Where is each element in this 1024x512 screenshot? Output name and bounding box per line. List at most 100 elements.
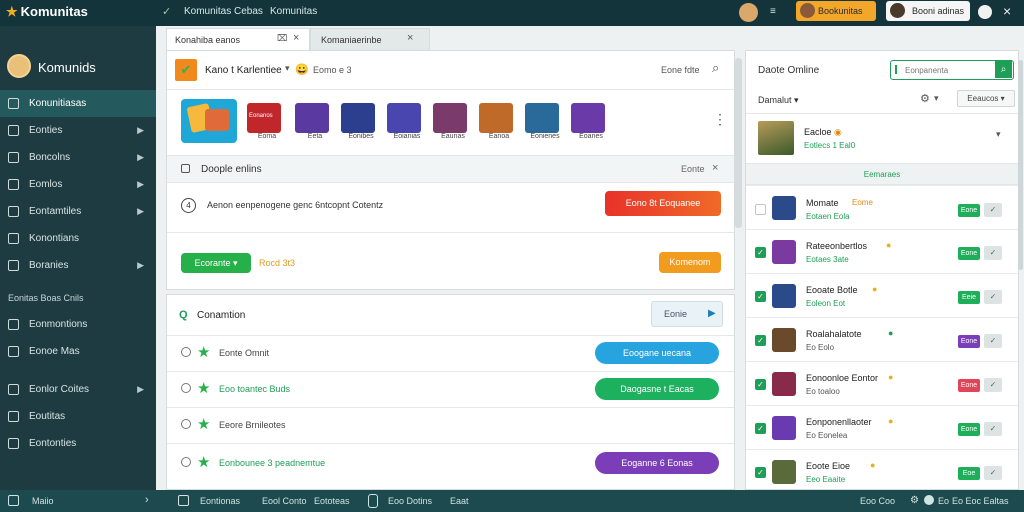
footer-right-item[interactable]: Eo Eoc Ealtas bbox=[952, 496, 1009, 506]
friend-tag[interactable]: Eoe bbox=[958, 467, 980, 480]
friend-tag[interactable]: Eone bbox=[958, 204, 980, 217]
tile-4[interactable]: Eoianias bbox=[387, 103, 427, 140]
checkbox-toggle[interactable]: ✓ bbox=[984, 334, 1002, 348]
close-icon[interactable]: × bbox=[407, 32, 413, 44]
invite-button[interactable]: Eono 8t Eoquanee bbox=[605, 191, 721, 216]
checkbox[interactable]: ✓ bbox=[755, 379, 766, 390]
sort-control[interactable]: Eonie ▶ bbox=[651, 301, 723, 327]
friend-row[interactable]: ✓ Rateeonbertlos ● Eotaes 3ate Eone ✓ bbox=[746, 229, 1018, 273]
footer-right-item[interactable]: Eoo Coo bbox=[860, 496, 895, 506]
friend-row[interactable]: ✓ Eonponenllaoter ● Eo Eonelea Eone ✓ bbox=[746, 405, 1018, 449]
sort-dropdown[interactable]: Eeaucos ▾ bbox=[957, 90, 1015, 107]
sidebar-item-2[interactable]: Boncolns ▶ bbox=[0, 144, 156, 171]
tile-7[interactable]: Eonienes bbox=[525, 103, 565, 140]
footer-item[interactable]: Eool Conto bbox=[262, 496, 307, 506]
footer-item[interactable]: Eototeas bbox=[314, 496, 350, 506]
checkbox-toggle[interactable]: ✓ bbox=[984, 246, 1002, 260]
friend-tag[interactable]: Eeie bbox=[958, 291, 980, 304]
checkbox[interactable]: ✓ bbox=[755, 467, 766, 478]
friend-row[interactable]: Momate Eome Eotaen Eola Eone ✓ bbox=[746, 185, 1018, 229]
filter-label[interactable]: Damalut ▾ bbox=[758, 95, 799, 106]
checkbox-toggle[interactable]: ✓ bbox=[984, 422, 1002, 436]
more-icon[interactable]: ⋮ bbox=[713, 111, 727, 128]
checkbox[interactable]: ✓ bbox=[755, 423, 766, 434]
list-item[interactable]: ★ Eonbounee 3 peadnemtue Eoganne 6 Eonas bbox=[167, 445, 734, 481]
list-item[interactable]: ★ Eonte Omnit Eoogane uecana bbox=[167, 335, 734, 371]
top-right-orange-button[interactable]: Bookunitas bbox=[796, 1, 876, 21]
tile-5[interactable]: Eaunas bbox=[433, 103, 473, 140]
checkbox[interactable]: ✓ bbox=[755, 291, 766, 302]
footer-item[interactable]: Eoo Dotins bbox=[388, 496, 432, 506]
chevron-down-icon[interactable]: ▾ bbox=[285, 63, 290, 74]
list-item[interactable]: ★ Eeore Brnileotes bbox=[167, 407, 734, 443]
sidebar-item-11[interactable]: Eontonties bbox=[0, 430, 156, 457]
friend-row[interactable]: ✓ Roalahalatote ● Eo Eolo Eone ✓ bbox=[746, 317, 1018, 361]
settings-icon[interactable]: ⚙ bbox=[920, 92, 930, 105]
search-box[interactable]: ⌕ bbox=[890, 60, 1014, 80]
menu-icon[interactable]: ≡ bbox=[770, 6, 776, 17]
close-icon[interactable]: × bbox=[712, 162, 718, 174]
action-button[interactable]: Komenom bbox=[659, 252, 721, 273]
user-menu[interactable]: Booni adinas bbox=[886, 1, 970, 21]
checkbox[interactable] bbox=[755, 204, 766, 215]
chevron-right-icon[interactable]: › bbox=[145, 494, 149, 506]
tile-2[interactable]: Eeta bbox=[295, 103, 335, 140]
sidebar-item-1[interactable]: Eonties ▶ bbox=[0, 117, 156, 144]
close-icon[interactable]: × bbox=[1003, 3, 1011, 19]
checkbox[interactable]: ✓ bbox=[755, 247, 766, 258]
chevron-down-icon[interactable]: ▾ bbox=[996, 129, 1001, 140]
settings-icon[interactable]: ⚙ bbox=[910, 495, 919, 506]
footer-item[interactable]: Eaat bbox=[450, 496, 469, 506]
featured-tile[interactable] bbox=[181, 99, 237, 143]
close-icon[interactable]: × bbox=[293, 32, 299, 44]
friend-tag[interactable]: Eone bbox=[958, 247, 980, 260]
checkbox[interactable]: ✓ bbox=[755, 335, 766, 346]
list-item[interactable]: ★ Eoo toantec Buds Daogasne t Eacas bbox=[167, 371, 734, 407]
radio[interactable] bbox=[181, 347, 191, 357]
checkbox-toggle[interactable]: ✓ bbox=[984, 378, 1002, 392]
avatar[interactable] bbox=[7, 54, 31, 78]
checkbox-toggle[interactable]: ✓ bbox=[984, 466, 1002, 480]
status-dropdown[interactable]: Ecorante ▾ bbox=[181, 253, 251, 273]
search-input[interactable] bbox=[905, 63, 993, 77]
list-item-button[interactable]: Eoganne 6 Eonas bbox=[595, 452, 719, 474]
list-item-button[interactable]: Daogasne t Eacas bbox=[595, 378, 719, 400]
sidebar-item-3[interactable]: Eomlos ▶ bbox=[0, 171, 156, 198]
radio[interactable] bbox=[181, 383, 191, 393]
sidebar-item-10[interactable]: Eoutitas bbox=[0, 403, 156, 430]
radio[interactable] bbox=[181, 457, 191, 467]
sidebar-item-4[interactable]: Eontamtiles ▶ bbox=[0, 198, 156, 225]
friend-tag[interactable]: Eone bbox=[958, 423, 980, 436]
user-avatar[interactable] bbox=[739, 3, 758, 22]
friend-tag[interactable]: Eone bbox=[958, 335, 980, 348]
notification-icon[interactable] bbox=[978, 5, 992, 19]
friend-row[interactable]: ✓ Eooate Botle ● Eoleon Eot Eeie ✓ bbox=[746, 273, 1018, 317]
sidebar-item-8[interactable]: Eonoe Mas bbox=[0, 338, 156, 365]
footer-right-item[interactable]: Eo bbox=[938, 496, 949, 506]
search-icon[interactable]: ⌕ bbox=[712, 60, 719, 76]
tile-3[interactable]: Eonibes bbox=[341, 103, 381, 140]
footer-left-label[interactable]: Maiio bbox=[32, 496, 54, 506]
sidebar-item-7[interactable]: Eonmontions bbox=[0, 311, 156, 338]
checkbox-toggle[interactable]: ✓ bbox=[984, 290, 1002, 304]
scrollbar[interactable] bbox=[1018, 60, 1023, 270]
tab-1[interactable]: Komaniaerinbe × bbox=[310, 28, 430, 50]
top-tab-communities[interactable]: Komunitas Cebas bbox=[184, 6, 263, 17]
sidebar-item-5[interactable]: Konontians bbox=[0, 225, 156, 252]
radio[interactable] bbox=[181, 419, 191, 429]
footer-item[interactable]: Eontionas bbox=[200, 496, 240, 506]
friend-tag[interactable]: Eone bbox=[958, 379, 980, 392]
tile-8[interactable]: Eoanes bbox=[571, 103, 611, 140]
tile-6[interactable]: Eanoa bbox=[479, 103, 519, 140]
sidebar-item-9[interactable]: Eonlor Coites ▶ bbox=[0, 376, 156, 403]
sidebar-item-6[interactable]: Boranies ▶ bbox=[0, 252, 156, 279]
top-tab-komunitas[interactable]: Komunitas bbox=[270, 6, 317, 17]
checkbox-toggle[interactable]: ✓ bbox=[984, 203, 1002, 217]
app-logo[interactable]: ★ Komunitas bbox=[6, 4, 88, 20]
tab-0[interactable]: Konahiba eanos ⌧ × bbox=[166, 28, 310, 50]
chevron-down-icon[interactable]: ▾ bbox=[934, 93, 939, 104]
tile-1[interactable]: Eonanos Eoma bbox=[247, 103, 287, 140]
friend-row[interactable]: ✓ Eoote Eioe ● Eeo Eaaite Eoe ✓ bbox=[746, 449, 1018, 493]
search-icon[interactable]: ⌕ bbox=[995, 61, 1012, 78]
sidebar-item-0[interactable]: Konunitiasas bbox=[0, 90, 156, 117]
